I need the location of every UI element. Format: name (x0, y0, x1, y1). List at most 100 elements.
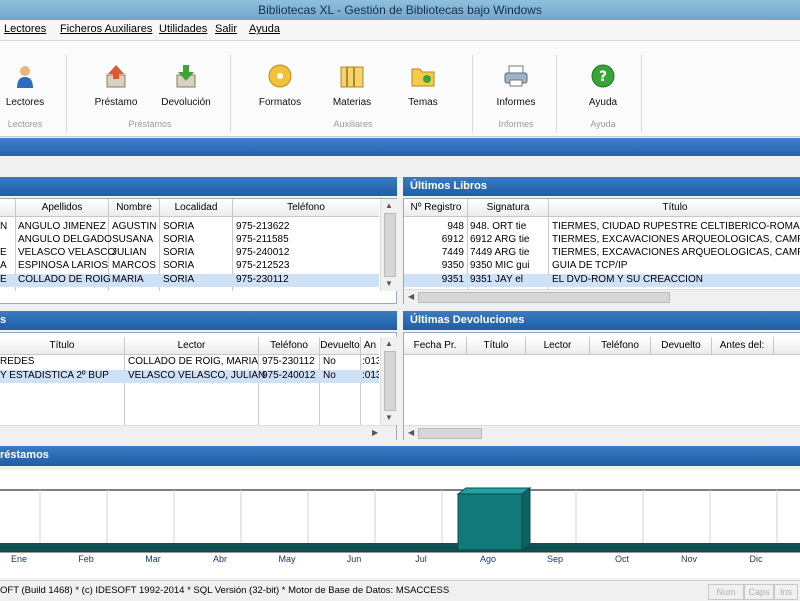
table-row[interactable]: REDES COLLADO DE ROIG, MARIA 975-230112 … (0, 356, 379, 369)
cell-localidad: SORIA (163, 221, 195, 232)
menu-bar: Lectores Ficheros Auxiliares Utilidades … (0, 20, 800, 41)
table-row[interactable]: 6912 6912 ARG tie TIERMES, EXCAVACIONES … (404, 234, 800, 247)
insert-indicator: Ins (774, 584, 798, 600)
vertical-scrollbar[interactable]: ▲ ▼ (380, 199, 397, 291)
table-row[interactable]: N ANGULO JIMENEZ AGUSTIN SORIA 975-21362… (0, 221, 379, 234)
col-signatura[interactable]: Signatura (468, 202, 548, 213)
column-divider (589, 337, 590, 354)
menu-ayuda[interactable]: Ayuda (249, 23, 280, 35)
table-row[interactable]: 7449 7449 ARG tie TIERMES, EXCAVACIONES … (404, 247, 800, 260)
cell-devuelto: No (323, 370, 336, 381)
cell-nombre: SUSANA (112, 234, 154, 245)
cell-registro: 6912 (441, 234, 464, 245)
table-row[interactable]: E VELASCO VELASCO JULIAN SORIA 975-24001… (0, 247, 379, 260)
cell-antes: :013 (362, 356, 379, 367)
col-registro[interactable]: Nº Registro (406, 202, 466, 213)
menu-utilidades[interactable]: Utilidades (159, 23, 207, 35)
chart-tick-label: May (278, 554, 296, 564)
lectores-button[interactable]: Lectores (0, 63, 57, 108)
ayuda-button[interactable]: ? Ayuda (571, 63, 635, 108)
table-row-selected[interactable]: E COLLADO DE ROIG MARIA SORIA 975-230112 (0, 274, 379, 287)
cell-telefono: 975-211585 (236, 234, 289, 245)
scroll-up-icon[interactable]: ▲ (385, 339, 393, 348)
col-titulo[interactable]: Título (0, 340, 124, 351)
scrollbar-thumb[interactable] (418, 428, 482, 439)
col-lector[interactable]: Lector (125, 340, 258, 351)
col-devuelto[interactable]: Devuelto (320, 340, 360, 351)
table-row-selected[interactable]: Y ESTADISTICA 2º BUP VELASCO VELASCO, JU… (0, 370, 379, 383)
cell-apellidos: ANGULO DELGADO (18, 234, 112, 245)
menu-salir[interactable]: Salir (215, 23, 237, 35)
scroll-down-icon[interactable]: ▼ (385, 279, 393, 288)
svg-text:?: ? (599, 69, 607, 85)
row-prefix: E (0, 247, 7, 258)
formatos-label: Formatos (258, 97, 302, 108)
folder-icon (410, 63, 436, 89)
column-divider (650, 337, 651, 354)
col-lector[interactable]: Lector (526, 340, 589, 351)
table-row[interactable]: 948 948. ORT tie TIERMES, CIUDAD RUPESTR… (404, 221, 800, 234)
col-titulo[interactable]: Título (550, 202, 800, 213)
col-nombre[interactable]: Nombre (109, 202, 159, 213)
col-telefono[interactable]: Teléfono (259, 340, 319, 351)
col-antes[interactable]: An (361, 340, 379, 351)
cell-nombre: MARCOS (112, 260, 156, 271)
scroll-right-icon[interactable]: ▶ (372, 428, 378, 437)
title-bar: Bibliotecas XL - Gestión de Bibliotecas … (0, 0, 800, 20)
col-localidad[interactable]: Localidad (160, 202, 232, 213)
scroll-left-icon[interactable]: ◀ (408, 292, 414, 301)
formatos-button[interactable]: Formatos (248, 63, 312, 108)
menu-ficheros-auxiliares[interactable]: Ficheros Auxiliares (60, 23, 152, 35)
horizontal-scrollbar[interactable]: ◀ (404, 289, 800, 304)
scrollbar-thumb[interactable] (384, 213, 396, 277)
temas-button[interactable]: Temas (391, 63, 455, 108)
readers-column-header: Apellidos Nombre Localidad Teléfono (0, 199, 379, 217)
chart-tick-label: Ene (11, 554, 27, 564)
cell-devuelto: No (323, 356, 336, 367)
col-apellidos[interactable]: Apellidos (16, 202, 108, 213)
horizontal-scrollbar[interactable]: ▶ (0, 425, 396, 440)
prestamo-button[interactable]: Préstamo (84, 63, 148, 108)
caps-lock-indicator: Caps (744, 584, 774, 600)
cell-signatura: 9350 MIC gui (470, 260, 530, 271)
scroll-up-icon[interactable]: ▲ (385, 201, 393, 210)
cell-registro: 948 (447, 221, 464, 232)
scrollbar-thumb[interactable] (418, 292, 670, 303)
col-telefono[interactable]: Teléfono (233, 202, 379, 213)
cell-lector: VELASCO VELASCO, JULIAN (128, 370, 266, 381)
scrollbar-thumb[interactable] (384, 351, 396, 411)
group-divider (641, 55, 642, 133)
vertical-scrollbar[interactable]: ▲ ▼ (380, 337, 397, 425)
column-divider (711, 337, 712, 354)
col-telefono[interactable]: Teléfono (590, 340, 650, 351)
table-row-selected[interactable]: 9351 9351 JAY el EL DVD-ROM Y SU CREACCI… (404, 274, 800, 287)
col-fecha-pr[interactable]: Fecha Pr. (404, 340, 466, 351)
scroll-left-icon[interactable]: ◀ (408, 428, 414, 437)
cell-titulo: TIERMES, EXCAVACIONES ARQUEOLOGICAS, CAM… (552, 247, 800, 258)
section-header-strip (0, 138, 800, 156)
col-antes-del[interactable]: Antes del: (712, 340, 772, 351)
col-devuelto[interactable]: Devuelto (651, 340, 711, 351)
loans-chart: Ene Feb Mar Abr May Jun Jul Ago Sep Oct Nov Dic (0, 470, 800, 578)
horizontal-scrollbar[interactable]: ◀ (404, 425, 800, 440)
materias-button[interactable]: Materias (320, 63, 384, 108)
group-label-ayuda: Ayuda (590, 119, 616, 129)
cell-localidad: SORIA (163, 260, 195, 271)
table-row[interactable]: ANGULO DELGADO SUSANA SORIA 975-211585 (0, 234, 379, 247)
row-prefix: A (0, 260, 7, 271)
table-row[interactable]: A ESPINOSA LARIOS MARCOS SORIA 975-21252… (0, 260, 379, 273)
group-divider (230, 55, 231, 133)
menu-lectores[interactable]: Lectores (4, 23, 46, 35)
devolucion-button[interactable]: Devolución (154, 63, 218, 108)
cell-signatura: 9351 JAY el (470, 274, 524, 285)
loans-panel-header: s (0, 311, 397, 330)
returns-table: Fecha Pr. Título Lector Teléfono Devuelt… (403, 332, 800, 440)
devolucion-label: Devolución (161, 97, 211, 108)
informes-button[interactable]: Informes (484, 63, 548, 108)
books-icon (339, 63, 365, 89)
col-titulo[interactable]: Título (467, 340, 525, 351)
scroll-down-icon[interactable]: ▼ (385, 413, 393, 422)
book-out-icon (103, 63, 129, 89)
readers-table: Apellidos Nombre Localidad Teléfono N AN… (0, 198, 397, 304)
table-row[interactable]: 9350 9350 MIC gui GUIA DE TCP/IP (404, 260, 800, 273)
